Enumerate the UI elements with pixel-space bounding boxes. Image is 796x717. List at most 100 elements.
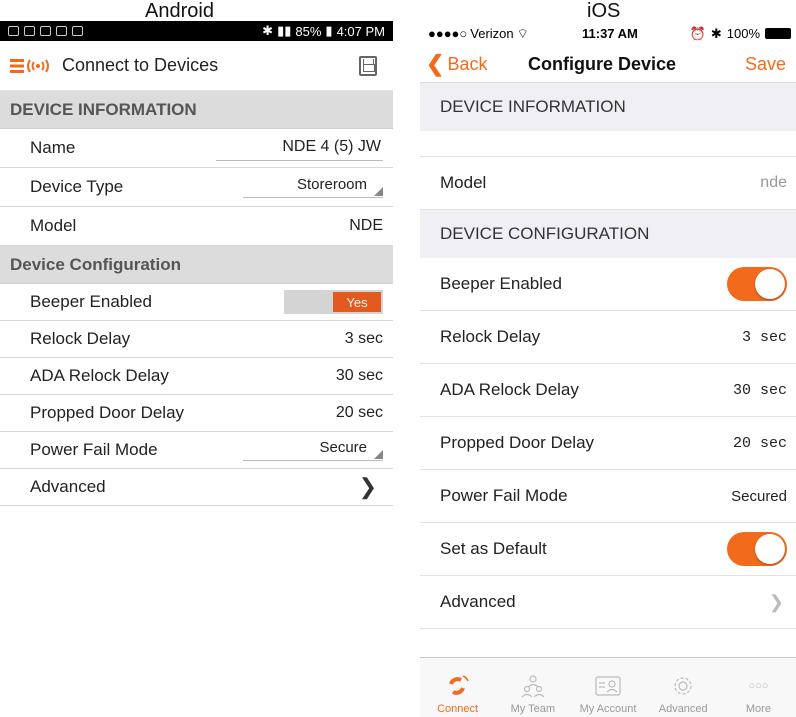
page-title: Connect to Devices bbox=[62, 55, 219, 75]
android-screen: ✱ ▮▮ 85% ▮ 4:07 PM Connect to Devices DE… bbox=[0, 21, 393, 557]
tab-label: Connect bbox=[437, 703, 479, 715]
clock: 11:37 AM bbox=[582, 26, 638, 41]
section-device-configuration: DEVICE CONFIGURATION bbox=[420, 210, 796, 258]
row-name: Name NDE 4 (5) JW bbox=[0, 129, 393, 168]
tab-label: Advanced bbox=[658, 703, 708, 715]
device-type-select[interactable]: Storeroom bbox=[243, 176, 383, 198]
android-column-label: Android bbox=[145, 0, 214, 22]
beeper-label: Beeper Enabled bbox=[30, 292, 152, 311]
android-status-bar: ✱ ▮▮ 85% ▮ 4:07 PM bbox=[0, 21, 393, 41]
tab-more[interactable]: ○○○ More bbox=[721, 658, 796, 717]
clipped-row bbox=[420, 131, 796, 157]
ios-nav-bar: ❮ Back Configure Device Save bbox=[420, 46, 796, 83]
propped-value: 20 sec bbox=[732, 434, 787, 452]
chevron-right-icon: ❯ bbox=[768, 591, 784, 612]
ada-label: ADA Relock Delay bbox=[440, 380, 579, 399]
chevron-right-icon: ❯ bbox=[358, 474, 377, 499]
tab-label: More bbox=[745, 703, 771, 715]
row-advanced[interactable]: Advanced ❯ bbox=[0, 469, 393, 506]
notification-icons bbox=[8, 26, 83, 36]
battery-icon bbox=[765, 28, 791, 39]
powerfail-label: Power Fail Mode bbox=[30, 440, 158, 459]
advanced-label: Advanced bbox=[440, 592, 516, 611]
ada-value: 30 sec bbox=[732, 381, 787, 399]
beeper-toggle[interactable]: Yes bbox=[284, 290, 383, 314]
model-value: nde bbox=[760, 174, 787, 191]
relock-value: 3 sec bbox=[741, 328, 787, 346]
model-label: Model bbox=[440, 173, 487, 192]
propped-label: Propped Door Delay bbox=[440, 433, 595, 452]
name-field[interactable]: NDE 4 (5) JW bbox=[216, 136, 383, 161]
signal-icon: ▮▮ bbox=[277, 23, 292, 38]
more-icon: ○○○ bbox=[748, 680, 769, 692]
save-button[interactable]: Save bbox=[745, 54, 786, 75]
tab-advanced[interactable]: Advanced bbox=[646, 658, 721, 717]
back-button[interactable]: ❮ Back bbox=[426, 51, 487, 77]
save-icon[interactable] bbox=[359, 55, 377, 76]
gear-icon bbox=[670, 674, 696, 698]
relock-value: 3 sec bbox=[344, 330, 383, 347]
ada-label: ADA Relock Delay bbox=[30, 366, 169, 385]
team-icon bbox=[520, 674, 546, 698]
advanced-label: Advanced bbox=[30, 477, 106, 496]
row-relock-delay[interactable]: Relock Delay 3 sec bbox=[420, 311, 796, 364]
propped-label: Propped Door Delay bbox=[30, 403, 185, 422]
row-model: Model NDE bbox=[0, 207, 393, 246]
beeper-toggle-on: Yes bbox=[333, 292, 381, 312]
carrier-name: Verizon bbox=[470, 26, 514, 41]
tab-my-team[interactable]: My Team bbox=[495, 658, 570, 717]
back-label: Back bbox=[447, 53, 488, 74]
powerfail-value: Secured bbox=[731, 487, 787, 505]
name-label: Name bbox=[30, 138, 76, 157]
chevron-left-icon: ❮ bbox=[426, 51, 445, 76]
tab-label: My Account bbox=[579, 703, 637, 715]
row-ada-relock-delay[interactable]: ADA Relock Delay 30 sec bbox=[420, 364, 796, 417]
clock: 4:07 PM bbox=[336, 23, 385, 39]
android-app-bar: Connect to Devices bbox=[0, 41, 393, 91]
beeper-toggle[interactable] bbox=[727, 267, 787, 301]
account-icon bbox=[595, 674, 621, 698]
battery-icon: ▮ bbox=[325, 23, 333, 38]
battery-percent: 100% bbox=[726, 26, 760, 41]
ios-column-label: iOS bbox=[587, 0, 621, 22]
signal-dots-icon: ●●●●○ bbox=[428, 26, 468, 41]
ios-status-bar: ●●●●○ Verizon ⌔ 11:37 AM ⏰ ✱ 100% bbox=[420, 21, 796, 46]
section-device-configuration: Device Configuration bbox=[0, 246, 393, 284]
section-device-information: DEVICE INFORMATION bbox=[420, 83, 796, 131]
wifi-icon: ⌔ bbox=[516, 25, 529, 41]
beeper-label: Beeper Enabled bbox=[440, 274, 562, 293]
relock-label: Relock Delay bbox=[30, 329, 131, 348]
powerfail-select[interactable]: Secure bbox=[243, 439, 383, 461]
row-propped-door-delay[interactable]: Propped Door Delay 20 sec bbox=[420, 417, 796, 470]
app-logo-icon[interactable] bbox=[10, 56, 60, 76]
model-value: NDE bbox=[349, 217, 383, 234]
bluetooth-icon: ✱ bbox=[262, 23, 274, 38]
default-toggle[interactable] bbox=[727, 532, 787, 566]
relock-label: Relock Delay bbox=[440, 327, 541, 346]
row-power-fail-mode: Power Fail Mode Secure bbox=[0, 432, 393, 469]
tab-bar: Connect My Team My Account Advanced ○○○ … bbox=[420, 657, 796, 717]
row-relock-delay[interactable]: Relock Delay 3 sec bbox=[0, 321, 393, 358]
powerfail-label: Power Fail Mode bbox=[440, 486, 568, 505]
alarm-icon: ⏰ bbox=[689, 25, 706, 41]
row-device-type: Device Type Storeroom bbox=[0, 168, 393, 207]
default-label: Set as Default bbox=[440, 539, 547, 558]
tab-my-account[interactable]: My Account bbox=[570, 658, 645, 717]
page-title: Configure Device bbox=[528, 53, 677, 74]
tab-connect[interactable]: Connect bbox=[420, 658, 495, 717]
row-advanced[interactable]: Advanced ❯ bbox=[420, 576, 796, 629]
bluetooth-icon: ✱ bbox=[710, 25, 722, 41]
row-model: Model nde bbox=[420, 157, 796, 210]
row-ada-relock-delay[interactable]: ADA Relock Delay 30 sec bbox=[0, 358, 393, 395]
propped-value: 20 sec bbox=[335, 404, 383, 421]
row-power-fail-mode[interactable]: Power Fail Mode Secured bbox=[420, 470, 796, 523]
device-type-label: Device Type bbox=[30, 177, 124, 196]
section-device-information: DEVICE INFORMATION bbox=[0, 91, 393, 129]
row-beeper: Beeper Enabled Yes bbox=[0, 284, 393, 321]
tab-label: My Team bbox=[510, 703, 556, 715]
row-propped-door-delay[interactable]: Propped Door Delay 20 sec bbox=[0, 395, 393, 432]
ios-screen: ●●●●○ Verizon ⌔ 11:37 AM ⏰ ✱ 100% ❮ Back… bbox=[420, 21, 796, 717]
model-label: Model bbox=[30, 216, 77, 235]
row-set-as-default: Set as Default bbox=[420, 523, 796, 576]
row-beeper: Beeper Enabled bbox=[420, 258, 796, 311]
